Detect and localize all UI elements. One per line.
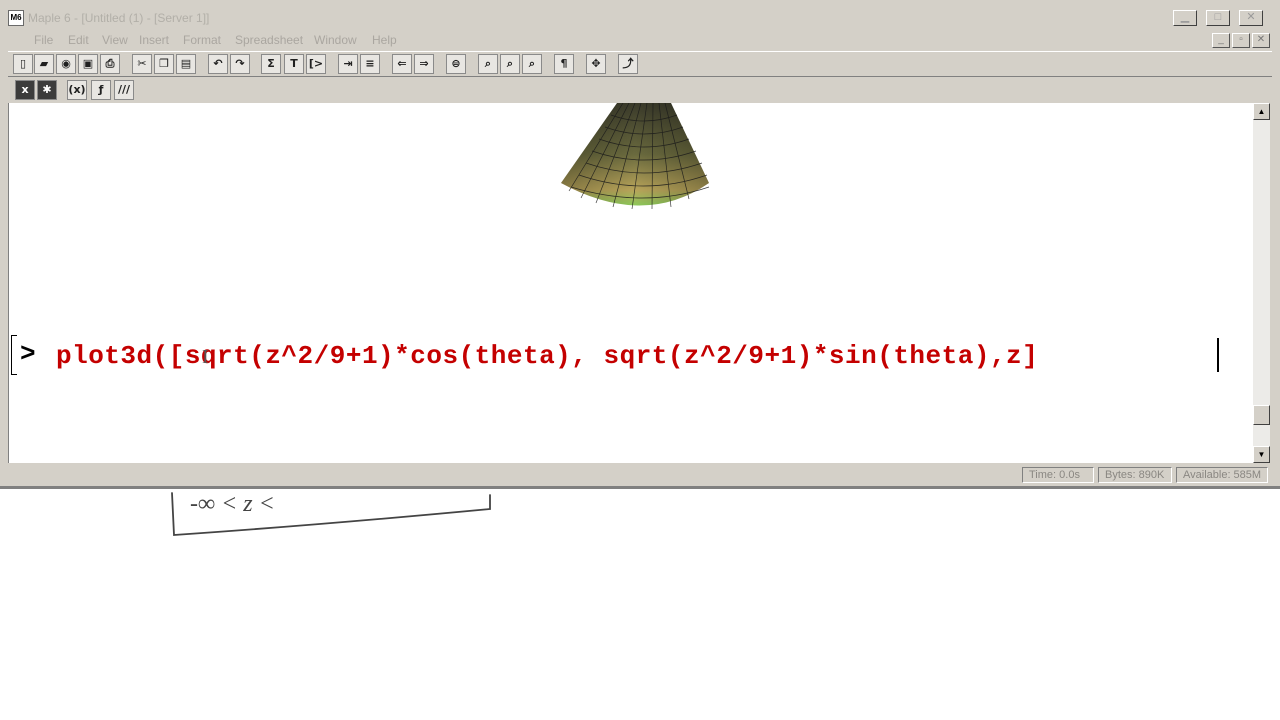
- redo-icon[interactable]: ↷: [230, 54, 250, 74]
- status-bar: Time: 0.0s Bytes: 890K Available: 585M: [8, 464, 1272, 484]
- menu-format[interactable]: Format: [183, 33, 221, 47]
- debug-icon[interactable]: ✱: [37, 80, 57, 100]
- input-prompt-icon[interactable]: [>: [306, 54, 326, 74]
- maximize-button[interactable]: □: [1206, 10, 1230, 26]
- menu-spreadsheet[interactable]: Spreadsheet: [235, 33, 303, 47]
- restart-icon[interactable]: ⤴: [618, 54, 638, 74]
- status-time: Time: 0.0s: [1022, 467, 1094, 483]
- zoom-200-icon[interactable]: ⌕: [522, 54, 542, 74]
- format-f-icon[interactable]: ƒ: [91, 80, 111, 100]
- copy-icon[interactable]: ❐: [154, 54, 174, 74]
- paste-icon[interactable]: ▤: [176, 54, 196, 74]
- input-prompt: >: [20, 339, 36, 369]
- menu-edit[interactable]: Edit: [68, 33, 89, 47]
- undo-icon[interactable]: ↶: [208, 54, 228, 74]
- open-url-icon[interactable]: ◉: [56, 54, 76, 74]
- context-toolbar: x ✱ (x) ƒ ///: [8, 78, 1272, 102]
- stop-icon[interactable]: ⊜: [446, 54, 466, 74]
- maple-app-icon: M6: [8, 10, 24, 26]
- menu-window[interactable]: Window: [314, 33, 357, 47]
- scroll-thumb[interactable]: [1253, 405, 1270, 425]
- menu-view[interactable]: View: [102, 33, 128, 47]
- doc-minimize-button[interactable]: _: [1212, 33, 1230, 48]
- save-icon[interactable]: ▣: [78, 54, 98, 74]
- title-bar: M6 Maple 6 - [Untitled (1) - [Server 1]]…: [0, 0, 1280, 33]
- text-caret: [1217, 338, 1219, 372]
- menu-help[interactable]: Help: [372, 33, 397, 47]
- format-all-icon[interactable]: ///: [114, 80, 134, 100]
- back-icon[interactable]: ⇐: [392, 54, 412, 74]
- sigma-icon[interactable]: Σ: [261, 54, 281, 74]
- forward-icon[interactable]: ⇒: [414, 54, 434, 74]
- menu-insert[interactable]: Insert: [139, 33, 169, 47]
- menu-bar: File Edit View Insert Format Spreadsheet…: [8, 30, 1272, 50]
- maple-window: M6 Maple 6 - [Untitled (1) - [Server 1]]…: [0, 0, 1280, 488]
- handwritten-note: -∞ < z <: [171, 491, 491, 536]
- doc-restore-button[interactable]: ▫: [1232, 33, 1250, 48]
- outdent-icon[interactable]: ≡: [360, 54, 380, 74]
- minimize-button[interactable]: ▁: [1173, 10, 1197, 26]
- execute-icon[interactable]: x: [15, 80, 35, 100]
- scroll-up-arrow-icon[interactable]: ▲: [1253, 103, 1270, 120]
- indent-icon[interactable]: ⇥: [338, 54, 358, 74]
- format-x-icon[interactable]: (x): [67, 80, 87, 100]
- cut-icon[interactable]: ✂: [132, 54, 152, 74]
- handwritten-inequality: -∞ < z <: [190, 491, 275, 517]
- text-icon[interactable]: T: [284, 54, 304, 74]
- menu-file[interactable]: File: [34, 33, 53, 47]
- zoom-150-icon[interactable]: ⌕: [500, 54, 520, 74]
- execution-group-bracket: [11, 335, 17, 375]
- zoom-100-icon[interactable]: ⌕: [478, 54, 498, 74]
- window-title: Maple 6 - [Untitled (1) - [Server 1]]: [28, 11, 210, 25]
- new-icon[interactable]: ▯: [13, 54, 33, 74]
- main-toolbar: ▯ ▰ ◉ ▣ ⎙ ✂ ❐ ▤ ↶ ↷ Σ T [> ⇥ ≡ ⇐ ⇒ ⊜ ⌕ ⌕…: [8, 51, 1272, 77]
- print-icon[interactable]: ⎙: [100, 54, 120, 74]
- vertical-scrollbar[interactable]: ▲ ▼: [1253, 103, 1270, 463]
- worksheet[interactable]: > plot3d([sqrt(z^2/9+1)*cos(theta), sqrt…: [8, 103, 1254, 463]
- expand-icon[interactable]: ✥: [586, 54, 606, 74]
- ibeam-cursor-icon: I: [202, 346, 209, 368]
- doc-close-button[interactable]: ✕: [1252, 33, 1270, 48]
- open-icon[interactable]: ▰: [34, 54, 54, 74]
- status-bytes: Bytes: 890K: [1098, 467, 1172, 483]
- close-button[interactable]: ✕: [1239, 10, 1263, 26]
- status-available: Available: 585M: [1176, 467, 1268, 483]
- paragraph-icon[interactable]: ¶: [554, 54, 574, 74]
- cone-plot: [561, 103, 710, 210]
- scroll-down-arrow-icon[interactable]: ▼: [1253, 446, 1270, 463]
